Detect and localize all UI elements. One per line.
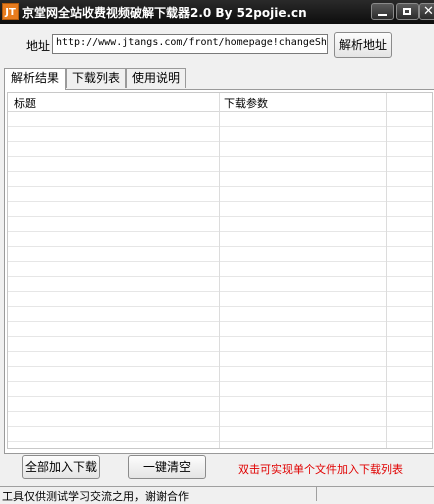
column-header-title[interactable]: 标题 [14, 95, 36, 111]
tab-panel: 标题 下载参数 [4, 89, 434, 454]
tab-parse-results[interactable]: 解析结果 [4, 68, 66, 90]
column-header-params[interactable]: 下载参数 [224, 95, 268, 111]
status-text: 工具仅供测试学习交流之用，谢谢合作 [2, 490, 189, 503]
tab-instructions[interactable]: 使用说明 [126, 68, 186, 88]
minimize-button[interactable] [371, 3, 394, 20]
minimize-icon [378, 14, 387, 16]
status-divider [316, 487, 317, 501]
add-all-to-download-button[interactable]: 全部加入下载 [22, 455, 100, 479]
title-bar: JT 京堂网全站收费视频破解下载器2.0 By 52pojie.cn ✕ [0, 0, 434, 24]
close-icon: ✕ [423, 4, 434, 19]
clear-all-button[interactable]: 一键清空 [128, 455, 206, 479]
address-input[interactable]: http://www.jtangs.com/front/homepage!cha… [52, 34, 328, 54]
address-label: 地址 [26, 39, 51, 53]
grid-rows [8, 112, 432, 448]
app-icon: JT [2, 3, 19, 20]
double-click-hint: 双击可实现单个文件加入下载列表 [238, 463, 403, 476]
tab-download-list[interactable]: 下载列表 [66, 68, 126, 88]
maximize-button[interactable] [396, 3, 419, 20]
parse-address-button[interactable]: 解析地址 [334, 32, 392, 58]
column-divider [219, 93, 220, 448]
window-title: 京堂网全站收费视频破解下载器2.0 By 52pojie.cn [22, 6, 307, 20]
close-button[interactable]: ✕ [419, 3, 434, 20]
results-grid[interactable]: 标题 下载参数 [7, 92, 433, 449]
maximize-icon [403, 8, 411, 15]
grid-header: 标题 下载参数 [8, 93, 432, 112]
column-divider [386, 93, 387, 448]
status-bar: 工具仅供测试学习交流之用，谢谢合作 [0, 486, 434, 503]
